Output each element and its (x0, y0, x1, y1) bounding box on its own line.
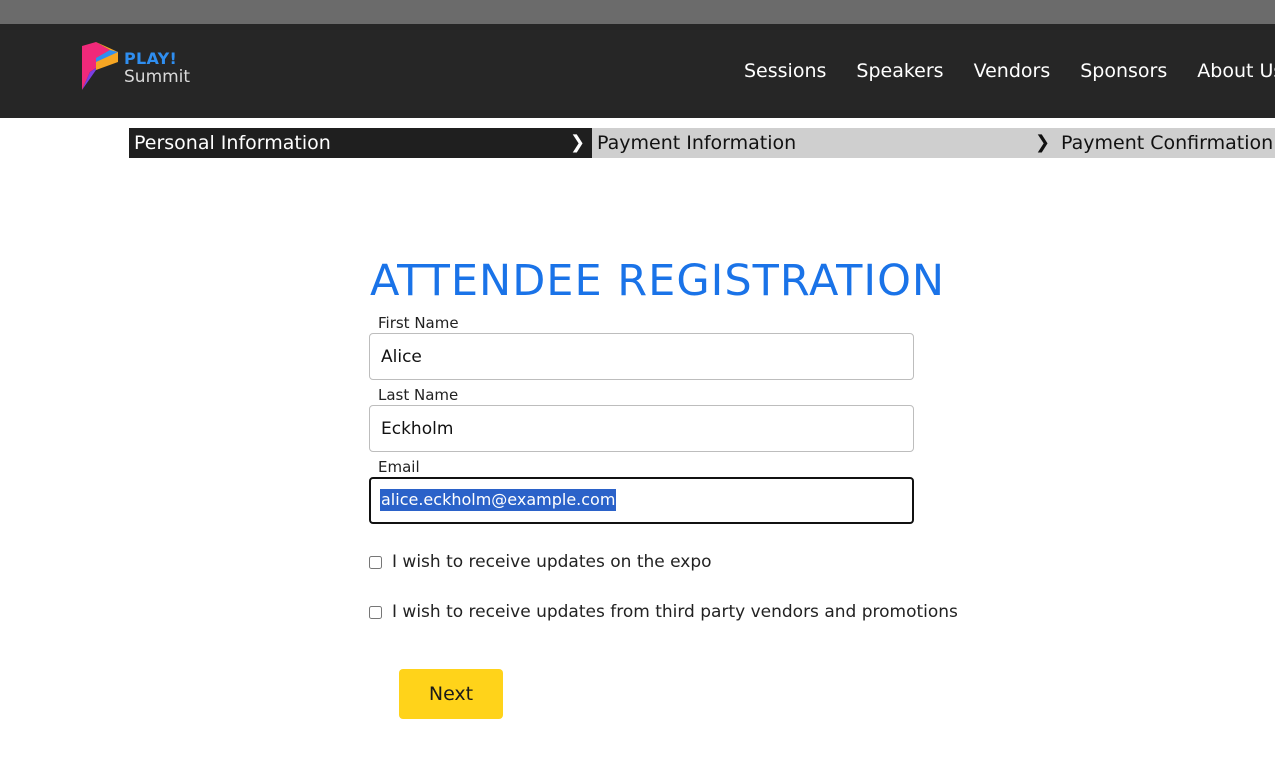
logo-text-play: PLAY! (124, 49, 178, 68)
first-name-label: First Name (378, 314, 459, 332)
step-label: Payment Information (597, 132, 797, 154)
last-name-label: Last Name (378, 386, 459, 404)
vendor-updates-checkbox[interactable] (369, 605, 382, 619)
email-value-selected: alice.eckholm@example.com (380, 489, 617, 511)
step-personal-information: Personal Information ❯ (129, 128, 592, 158)
nav-about-us[interactable]: About Us (1197, 60, 1275, 82)
last-name-field[interactable] (369, 405, 914, 452)
chevron-right-icon: ❯ (1035, 132, 1051, 153)
play-summit-logo[interactable]: PLAY! Summit (80, 42, 210, 92)
nav-speakers[interactable]: Speakers (856, 60, 943, 82)
nav-vendors[interactable]: Vendors (974, 60, 1051, 82)
first-name-field[interactable] (369, 333, 914, 380)
next-button[interactable]: Next (399, 669, 503, 719)
page-title: ATTENDEE REGISTRATION (370, 256, 946, 306)
site-header: PLAY! Summit Sessions Speakers Vendors S… (0, 24, 1275, 118)
vendor-updates-row: I wish to receive updates from third par… (369, 602, 958, 622)
nav-sponsors[interactable]: Sponsors (1080, 60, 1167, 82)
browser-top-strip (0, 0, 1275, 24)
vendor-updates-label: I wish to receive updates from third par… (392, 602, 958, 622)
expo-updates-label: I wish to receive updates on the expo (392, 552, 712, 572)
expo-updates-checkbox[interactable] (369, 555, 382, 569)
logo-mark-icon (82, 42, 118, 90)
email-label: Email (378, 458, 420, 476)
expo-updates-row: I wish to receive updates on the expo (369, 552, 712, 572)
step-payment-information: Payment Information ❯ Payment Confirmati… (592, 128, 1275, 158)
registration-steps: Personal Information ❯ Payment Informati… (129, 128, 1275, 158)
logo-text-summit: Summit (124, 67, 191, 87)
step-payment-confirmation: Payment Confirmation (1061, 132, 1274, 154)
step-label: Personal Information (134, 132, 331, 154)
nav-sessions[interactable]: Sessions (744, 60, 826, 82)
chevron-right-icon: ❯ (570, 132, 586, 153)
main-nav: Sessions Speakers Vendors Sponsors About… (744, 60, 1275, 82)
